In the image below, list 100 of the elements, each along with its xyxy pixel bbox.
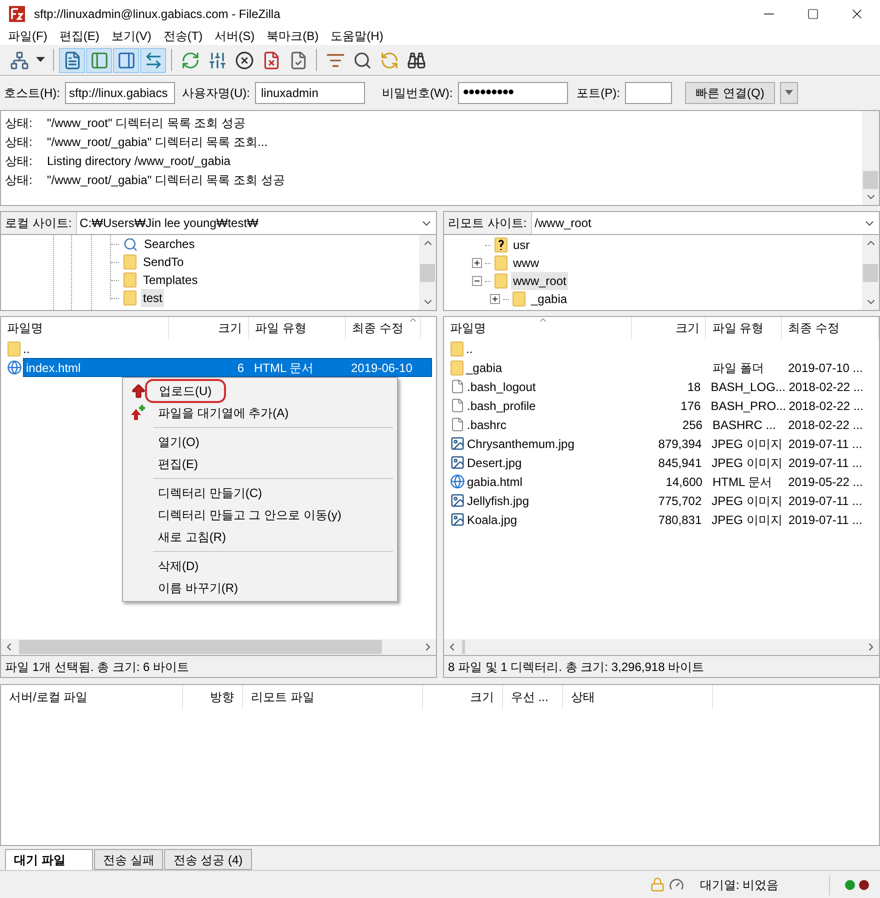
menu-item[interactable]: 삭제(D) (153, 557, 204, 575)
menu-item[interactable]: 이름 바꾸기(R) (153, 579, 243, 597)
file-name[interactable]: .. (466, 340, 473, 358)
menu-item[interactable]: 파일(F) (4, 27, 52, 45)
log-label: 상태: (5, 134, 34, 150)
menu-item[interactable]: 디렉터리 만들기(C) (153, 484, 267, 502)
log-message: "/www_root" 디렉터리 목록 조회 성공 (47, 114, 246, 132)
menu-item[interactable]: 편집(E) (153, 455, 203, 473)
log-scrollbar[interactable] (862, 111, 879, 205)
file-name[interactable]: Koala.jpg (467, 510, 518, 528)
scroll-thumb[interactable] (420, 264, 435, 282)
menu-item[interactable]: 전송(T) (159, 27, 207, 45)
user-label: 사용자명(U): (182, 84, 250, 102)
file-name[interactable]: Desert.jpg (467, 454, 522, 472)
file-type: BASH_LOG... (710, 380, 786, 394)
port-field[interactable] (625, 82, 672, 104)
image-file-icon (450, 455, 465, 470)
tree-item[interactable]: SendTo (141, 253, 186, 271)
column-header[interactable]: 크기 (423, 685, 503, 709)
menu-item[interactable]: 서버(S) (210, 27, 259, 45)
column-header[interactable]: 파일 유형 (249, 317, 346, 339)
menu-item[interactable]: 새로 고침(R) (153, 528, 231, 546)
tree-item[interactable]: www_root (511, 272, 568, 290)
file-name[interactable]: Chrysanthemum.jpg (467, 434, 574, 452)
menu-item[interactable]: 편집(E) (55, 27, 104, 45)
column-header[interactable]: 파일명 (1, 317, 169, 339)
tree-scrollbar[interactable] (419, 235, 436, 310)
menu-item[interactable]: 보기(V) (107, 27, 156, 45)
menu-item[interactable]: 열기(O) (153, 433, 204, 451)
scroll-thumb[interactable] (863, 171, 878, 189)
tree-item[interactable]: Searches (142, 235, 197, 253)
quick-connect-dropdown[interactable] (780, 82, 798, 104)
file-name[interactable]: Jellyfish.jpg (467, 492, 530, 510)
column-header[interactable]: 상태 (563, 685, 713, 709)
menu-item[interactable]: 도움말(H) (326, 27, 388, 45)
password-field[interactable]: ●●●●●●●●● (458, 82, 568, 104)
folder-icon (123, 254, 137, 270)
file-type: HTML 문서 (712, 474, 772, 488)
expand-icon[interactable] (490, 294, 500, 304)
file-type: JPEG 이미지 (712, 512, 782, 526)
file-modified: 2019-07-11 ... (788, 436, 862, 450)
column-header[interactable]: 크기 (169, 317, 249, 339)
quick-connect-button[interactable]: 빠른 연결(Q) (685, 82, 775, 104)
file-modified: 2019-07-11 ... (788, 512, 862, 526)
file-size: 879,394 (658, 436, 702, 450)
selected-file-row[interactable]: index.html 6 HTML 문서 2019-06-10 (23, 358, 432, 377)
menu-item[interactable]: 파일을 대기열에 추가(A) (153, 404, 294, 422)
user-field[interactable]: linuxadmin (255, 82, 365, 104)
column-header[interactable]: 리모트 파일 (243, 685, 423, 709)
binoculars-icon (406, 50, 426, 70)
menu-item[interactable]: 디렉터리 만들고 그 안으로 이동(y) (153, 506, 346, 524)
queue-tab[interactable]: 전송 성공 (4) (164, 849, 252, 870)
file-name[interactable]: .bash_profile (467, 396, 536, 414)
expand-icon[interactable] (472, 258, 482, 268)
queue-tab[interactable]: 대기 파일 (5, 849, 93, 870)
column-header[interactable]: 최종 수정 (346, 317, 421, 339)
sliders-icon (208, 50, 226, 70)
menu-item[interactable]: 북마크(B) (262, 27, 323, 45)
tree-item[interactable]: www (511, 254, 541, 272)
menu-item[interactable]: 업로드(U) (145, 379, 226, 403)
dropdown-icon[interactable] (36, 57, 45, 63)
column-header[interactable]: 최종 수정 (782, 317, 879, 339)
tree-item[interactable]: _gabia (529, 290, 570, 308)
file-name[interactable]: _gabia (466, 358, 502, 376)
horizontal-scrollbar[interactable] (444, 639, 879, 655)
file-modified: 2019-07-11 ... (788, 456, 862, 470)
column-header[interactable]: 우선 ... (503, 685, 563, 709)
folder-icon (512, 291, 526, 307)
panel-icon (116, 50, 136, 70)
file-size: 18 (687, 380, 701, 394)
file-name[interactable]: .bashrc (467, 416, 506, 434)
folder-icon (450, 360, 464, 376)
tree-scrollbar[interactable] (862, 235, 879, 310)
tree-item[interactable]: test (141, 289, 164, 307)
column-header[interactable]: 파일 유형 (706, 317, 782, 339)
file-name[interactable]: gabia.html (467, 472, 522, 490)
reconnect-icon (288, 50, 308, 70)
scroll-thumb[interactable] (863, 264, 878, 282)
queue-tab[interactable]: 전송 실패 (94, 849, 164, 870)
log-message: "/www_root/_gabia" 디렉터리 목록 조회 성공 (47, 172, 285, 188)
file-name[interactable]: .bash_logout (467, 378, 536, 396)
folder-icon (494, 255, 508, 271)
maximize-icon[interactable] (807, 8, 819, 20)
horizontal-scrollbar[interactable] (1, 639, 436, 655)
file-size: 775,702 (658, 494, 702, 508)
column-header[interactable]: 파일명 (444, 317, 632, 339)
path-field[interactable]: /www_root (530, 212, 879, 234)
column-header[interactable]: 크기 (632, 317, 706, 339)
window-title: sftp://linuxadmin@linux.gabiacs.com - FileZilla (34, 6, 282, 22)
tree-item[interactable]: Templates (141, 271, 200, 289)
column-header[interactable]: 방향 (183, 685, 243, 709)
folder-icon (7, 340, 21, 356)
path-field[interactable]: C:₩Users₩Jin lee young₩test₩ (76, 212, 436, 234)
column-header[interactable]: 서버/로컬 파일 (1, 685, 183, 709)
file-name[interactable]: .. (23, 340, 30, 358)
host-field[interactable]: sftp://linux.gabiacs (65, 82, 175, 104)
cancel-icon (234, 50, 254, 70)
folder-icon (450, 340, 464, 356)
collapse-icon[interactable] (472, 276, 482, 286)
tree-item[interactable]: usr (511, 236, 532, 254)
